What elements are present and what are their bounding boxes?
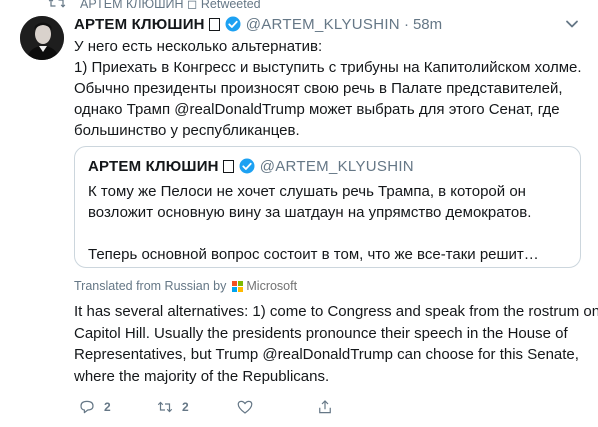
retweet-button[interactable]: 2 bbox=[156, 398, 189, 416]
translated-line: It has several alternatives: 1) come to … bbox=[74, 303, 598, 320]
quoted-tweet-line: К тому же Пелоси не хочет слушать речь Т… bbox=[88, 183, 526, 200]
chevron-down-icon[interactable] bbox=[564, 16, 580, 32]
tweet-line: однако Трамп @realDonaldTrump может выбр… bbox=[74, 101, 560, 118]
quoted-tweet-header: АРТЕМ КЛЮШИН @ARTEM_KLYUSHIN bbox=[88, 157, 414, 175]
retweet-context-text[interactable]: АРТЕМ КЛЮШИН ◻ Retweeted bbox=[80, 0, 261, 11]
quoted-tweet-line: возложит основную вину за шатдаун на упр… bbox=[88, 204, 532, 221]
tweet-header: АРТЕМ КЛЮШИН @ARTEM_KLYUSHIN · 58m bbox=[74, 14, 584, 34]
translated-line: where the majority of the Republicans. bbox=[74, 367, 330, 385]
quoted-author-name: АРТЕМ КЛЮШИН bbox=[88, 157, 219, 175]
box-glyph-icon bbox=[222, 159, 234, 173]
separator-dot: · bbox=[403, 15, 409, 33]
retweet-icon bbox=[48, 0, 66, 8]
box-glyph-icon bbox=[208, 17, 220, 31]
reply-button[interactable]: 2 bbox=[78, 398, 111, 416]
verified-badge-icon bbox=[239, 158, 255, 174]
quoted-tweet-line: Теперь основной вопрос состоит в том, чт… bbox=[88, 246, 539, 263]
avatar[interactable] bbox=[20, 16, 64, 60]
translated-text: It has several alternatives: 1) come to … bbox=[74, 301, 598, 387]
tweet-text: У него есть несколько альтернатив: 1) Пр… bbox=[74, 36, 584, 141]
verified-badge-icon bbox=[225, 16, 241, 32]
tweet-actions: 2 2 bbox=[74, 398, 374, 418]
like-button[interactable] bbox=[236, 398, 262, 416]
reply-icon bbox=[80, 400, 94, 414]
author-name[interactable]: АРТЕМ КЛЮШИН bbox=[74, 16, 205, 33]
heart-icon bbox=[237, 400, 253, 414]
quoted-tweet-text: К тому же Пелоси не хочет слушать речь Т… bbox=[88, 181, 568, 265]
retweet-icon bbox=[157, 401, 173, 413]
translated-line: Representatives, but Trump @realDonaldTr… bbox=[74, 346, 579, 363]
tweet-line: большинство у республиканцев. bbox=[74, 122, 300, 139]
share-button[interactable] bbox=[316, 398, 342, 416]
share-icon bbox=[319, 400, 331, 414]
tweet-line: 1) Приехать в Конгресс и выступить с три… bbox=[74, 59, 582, 76]
tweet-line: У него есть несколько альтернатив: bbox=[74, 38, 323, 55]
tweet-timestamp[interactable]: 58m bbox=[413, 16, 442, 33]
translated-from-label: Translated from Russian by bbox=[74, 279, 227, 293]
quoted-tweet-card[interactable]: АРТЕМ КЛЮШИН @ARTEM_KLYUSHIN К тому же П… bbox=[74, 146, 581, 268]
translation-provider[interactable]: Microsoft bbox=[246, 279, 297, 293]
tweet-line: Обычно президенты произносят свою речь в… bbox=[74, 80, 563, 97]
translation-attribution: Translated from Russian by Microsoft bbox=[74, 279, 297, 293]
author-handle[interactable]: @ARTEM_KLYUSHIN bbox=[246, 16, 400, 33]
microsoft-logo-icon bbox=[232, 280, 244, 292]
reply-count: 2 bbox=[104, 400, 111, 414]
translated-line: Capitol Hill. Usually the presidents pro… bbox=[74, 324, 568, 342]
retweet-context: АРТЕМ КЛЮШИН ◻ Retweeted bbox=[48, 0, 261, 11]
retweet-count: 2 bbox=[182, 400, 189, 414]
quoted-author-handle: @ARTEM_KLYUSHIN bbox=[259, 157, 414, 175]
